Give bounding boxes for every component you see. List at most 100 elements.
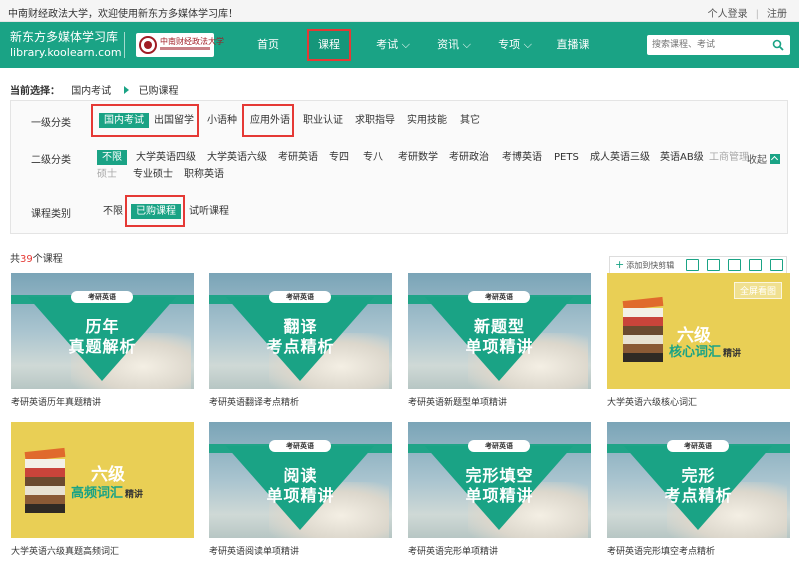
plus-icon: +: [615, 258, 625, 271]
type-option[interactable]: 试听课程: [189, 204, 229, 219]
brand-url: library.koolearn.com: [10, 46, 122, 59]
level1-label: 一级分类: [31, 118, 71, 129]
level2-option[interactable]: 专业硕士: [133, 167, 173, 182]
course-title[interactable]: 考研英语阅读单项精讲: [209, 544, 399, 557]
books-stack-image: [622, 296, 664, 362]
course-card[interactable]: 六级 核心词汇 精讲 全屏看图 大学英语六级核心词汇: [607, 273, 790, 408]
search-icon[interactable]: [772, 39, 784, 51]
type-label: 课程类别: [31, 209, 71, 220]
level2-option[interactable]: 专八: [363, 150, 383, 165]
seal-icon: [139, 36, 157, 54]
fullscreen-icon[interactable]: [707, 259, 720, 271]
thumb-title-line2: 考点精析: [266, 337, 335, 356]
university-logo: 中南财经政法大学: [136, 33, 224, 57]
nav-news[interactable]: 资讯 ⌵: [434, 22, 474, 68]
course-title[interactable]: 考研英语翻译考点精析: [209, 395, 399, 408]
course-title[interactable]: 考研英语完形单项精讲: [408, 544, 598, 557]
login-link[interactable]: 个人登录: [704, 9, 752, 20]
save-icon[interactable]: [728, 259, 741, 271]
thumb-title-main: 核心词汇: [669, 345, 722, 360]
level1-option[interactable]: 实用技能: [407, 113, 447, 128]
course-card[interactable]: 考研英语 历年 真题解析 考研英语历年真题精讲: [11, 273, 194, 408]
brand-title: 新东方多媒体学习库: [10, 30, 119, 44]
course-thumbnail[interactable]: 考研英语 阅读 单项精讲: [209, 422, 392, 538]
level1-option[interactable]: 小语种: [207, 113, 237, 128]
filter-panel: 一级分类 国内考试 出国留学 小语种 应用外语 职业认证 求职指导 实用技能 其…: [10, 100, 788, 234]
highlight-box: [125, 195, 185, 227]
level2-option[interactable]: 成人英语三级: [590, 150, 650, 165]
nav-exams[interactable]: 考试 ⌵: [373, 22, 413, 68]
course-thumbnail[interactable]: 六级 高频词汇 精讲: [11, 422, 194, 538]
collapse-label: 收起: [747, 155, 767, 166]
course-card[interactable]: 考研英语 翻译 考点精析 考研英语翻译考点精析: [209, 273, 392, 408]
level2-option[interactable]: 工商管理: [709, 150, 749, 165]
course-thumbnail[interactable]: 六级 核心词汇 精讲 全屏看图: [607, 273, 790, 389]
level2-option[interactable]: 考研政治: [449, 150, 489, 165]
breadcrumb-item[interactable]: 国内考试: [71, 86, 111, 97]
level2-option[interactable]: 考博英语: [502, 150, 542, 165]
thumb-title-line2: 考点精析: [664, 486, 733, 505]
highlight-box: [242, 104, 294, 137]
course-thumbnail[interactable]: 考研英语 完形 考点精析: [607, 422, 790, 538]
nav-topics[interactable]: 专项 ⌵: [495, 22, 535, 68]
fullscreen-view-button[interactable]: 全屏看图: [733, 282, 782, 299]
level1-option[interactable]: 职业认证: [303, 113, 343, 128]
nav-live[interactable]: 直播课: [553, 22, 593, 68]
thumb-title-suffix: 精讲: [125, 490, 144, 500]
arrow-right-icon: [124, 86, 130, 94]
thumb-title-main: 高频词汇: [71, 486, 124, 501]
breadcrumb-item[interactable]: 已购课程: [139, 86, 179, 97]
thumb-title-line2: 核心词汇 精讲: [669, 341, 741, 360]
account-links: 个人登录 | 注册: [704, 5, 791, 20]
course-tag: 考研英语: [269, 291, 331, 303]
brand[interactable]: 新东方多媒体学习库 library.koolearn.com: [10, 30, 122, 60]
course-card[interactable]: 考研英语 完形 考点精析 考研英语完形填空考点精析: [607, 422, 790, 557]
settings-icon[interactable]: [770, 259, 783, 271]
course-thumbnail[interactable]: 考研英语 完形填空 单项精讲: [408, 422, 591, 538]
search-box: [647, 35, 790, 55]
course-thumbnail[interactable]: 考研英语 新题型 单项精讲: [408, 273, 591, 389]
course-title[interactable]: 大学英语六级核心词汇: [607, 395, 797, 408]
level2-option[interactable]: 专四: [329, 150, 349, 165]
thumb-title-line2: 单项精讲: [465, 337, 534, 356]
level2-option[interactable]: 硕士: [97, 167, 117, 182]
copy-icon[interactable]: [686, 259, 699, 271]
chevron-up-icon: [770, 154, 780, 164]
course-card[interactable]: 六级 高频词汇 精讲 大学英语六级真题高频词汇: [11, 422, 194, 557]
course-title[interactable]: 考研英语完形填空考点精析: [607, 544, 797, 557]
level1-option[interactable]: 求职指导: [355, 113, 395, 128]
count-number: 39: [20, 254, 33, 265]
card-toolbar: + 添加到快剪辑: [609, 256, 787, 274]
course-title[interactable]: 考研英语新题型单项精讲: [408, 395, 598, 408]
thumb-title-line2: 真题解析: [68, 337, 137, 356]
level2-option[interactable]: PETS: [554, 150, 579, 165]
thumb-title-suffix: 精讲: [723, 349, 742, 359]
level2-option[interactable]: 大学英语六级: [207, 150, 267, 165]
books-stack-image: [24, 447, 66, 513]
level2-option[interactable]: 职称英语: [184, 167, 224, 182]
register-link[interactable]: 注册: [763, 9, 791, 20]
nav-home[interactable]: 首页: [251, 22, 285, 68]
course-title[interactable]: 大学英语六级真题高频词汇: [11, 544, 201, 557]
share-icon[interactable]: [749, 259, 762, 271]
level1-option[interactable]: 其它: [460, 113, 480, 128]
level2-option[interactable]: 英语AB级: [660, 150, 704, 165]
level2-option[interactable]: 考研英语: [278, 150, 318, 165]
course-card[interactable]: 考研英语 新题型 单项精讲 考研英语新题型单项精讲: [408, 273, 591, 408]
level2-option[interactable]: 考研数学: [398, 150, 438, 165]
add-to-clip-button[interactable]: + 添加到快剪辑: [615, 258, 675, 271]
course-card[interactable]: 考研英语 阅读 单项精讲 考研英语阅读单项精讲: [209, 422, 392, 557]
add-to-clip-label: 添加到快剪辑: [626, 261, 675, 270]
level2-option[interactable]: 不限: [97, 150, 127, 165]
collapse-button[interactable]: 收起: [747, 151, 780, 166]
course-title[interactable]: 考研英语历年真题精讲: [11, 395, 201, 408]
course-card[interactable]: 考研英语 完形填空 单项精讲 考研英语完形单项精讲: [408, 422, 591, 557]
type-option[interactable]: 不限: [103, 204, 123, 219]
course-thumbnail[interactable]: 考研英语 翻译 考点精析: [209, 273, 392, 389]
level2-option[interactable]: 大学英语四级: [136, 150, 196, 165]
separator: |: [755, 9, 759, 20]
nav-courses[interactable]: 课程: [307, 29, 351, 61]
breadcrumb-label: 当前选择：: [10, 86, 60, 97]
course-thumbnail[interactable]: 考研英语 历年 真题解析: [11, 273, 194, 389]
search-input[interactable]: [652, 38, 762, 52]
